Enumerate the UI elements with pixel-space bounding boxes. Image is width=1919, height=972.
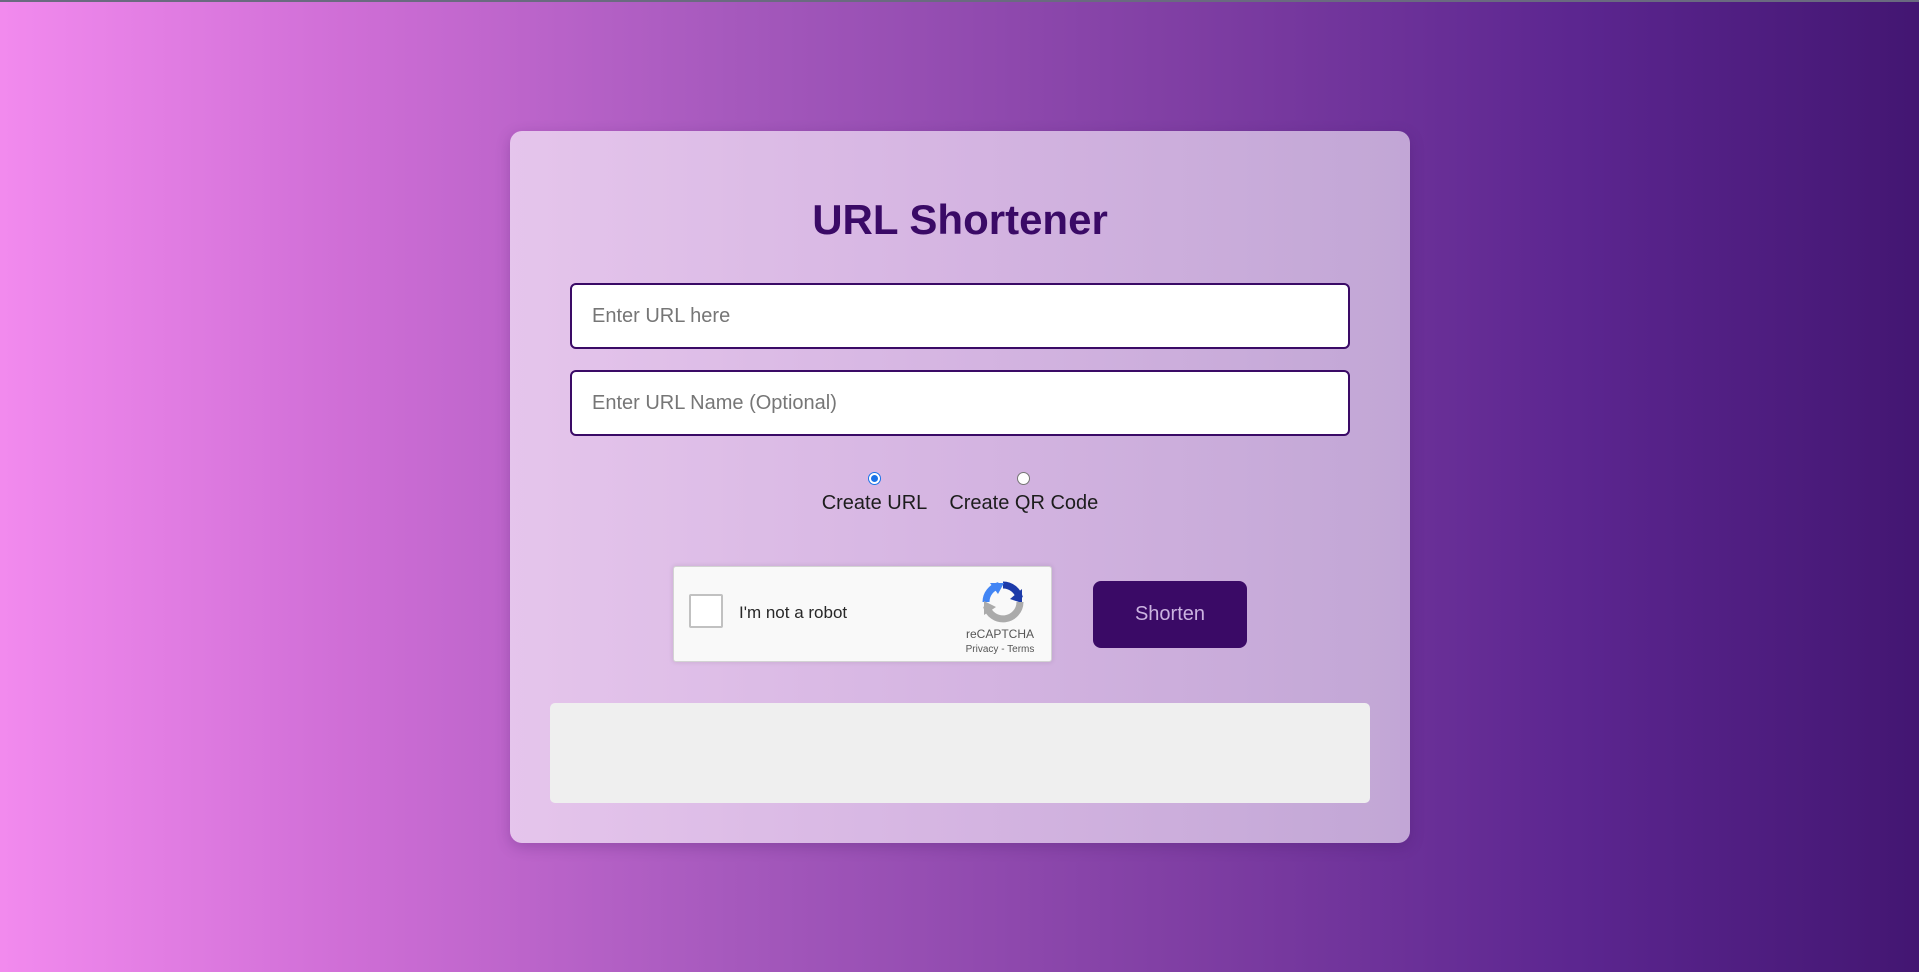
recaptcha-logo-icon xyxy=(982,581,1024,623)
recaptcha-label: I'm not a robot xyxy=(739,603,848,622)
url-shortener-card: URL Shortener Create URL Create QR Code … xyxy=(510,131,1410,843)
radio-create-qr-code[interactable] xyxy=(1017,472,1031,485)
radio-create-url[interactable] xyxy=(868,472,881,485)
recaptcha-brand: reCAPTCHA xyxy=(965,627,1034,641)
url-name-input[interactable] xyxy=(570,370,1350,436)
shorten-button[interactable]: Shorten xyxy=(1093,581,1247,648)
radio-label-create-url: Create URL xyxy=(821,492,928,514)
recaptcha-terms-link[interactable]: Terms xyxy=(1007,644,1034,655)
radio-option-create-url[interactable]: Create URL xyxy=(821,472,928,515)
url-input[interactable] xyxy=(570,283,1350,349)
radio-option-create-qr-code[interactable]: Create QR Code xyxy=(949,472,1098,515)
recaptcha-links: Privacy - Terms xyxy=(954,644,1046,655)
mode-radio-group: Create URL Create QR Code xyxy=(510,472,1410,515)
radio-label-create-qr-code: Create QR Code xyxy=(949,492,1099,514)
recaptcha-privacy-link[interactable]: Privacy xyxy=(966,644,999,655)
recaptcha-widget: I'm not a robot reCAPTCHA Privacy - Term… xyxy=(673,566,1052,662)
window-top-border xyxy=(0,0,1919,2)
page-title: URL Shortener xyxy=(812,196,1108,243)
result-box xyxy=(550,703,1370,803)
recaptcha-link-separator: - xyxy=(998,644,1008,655)
recaptcha-checkbox[interactable] xyxy=(689,594,723,628)
